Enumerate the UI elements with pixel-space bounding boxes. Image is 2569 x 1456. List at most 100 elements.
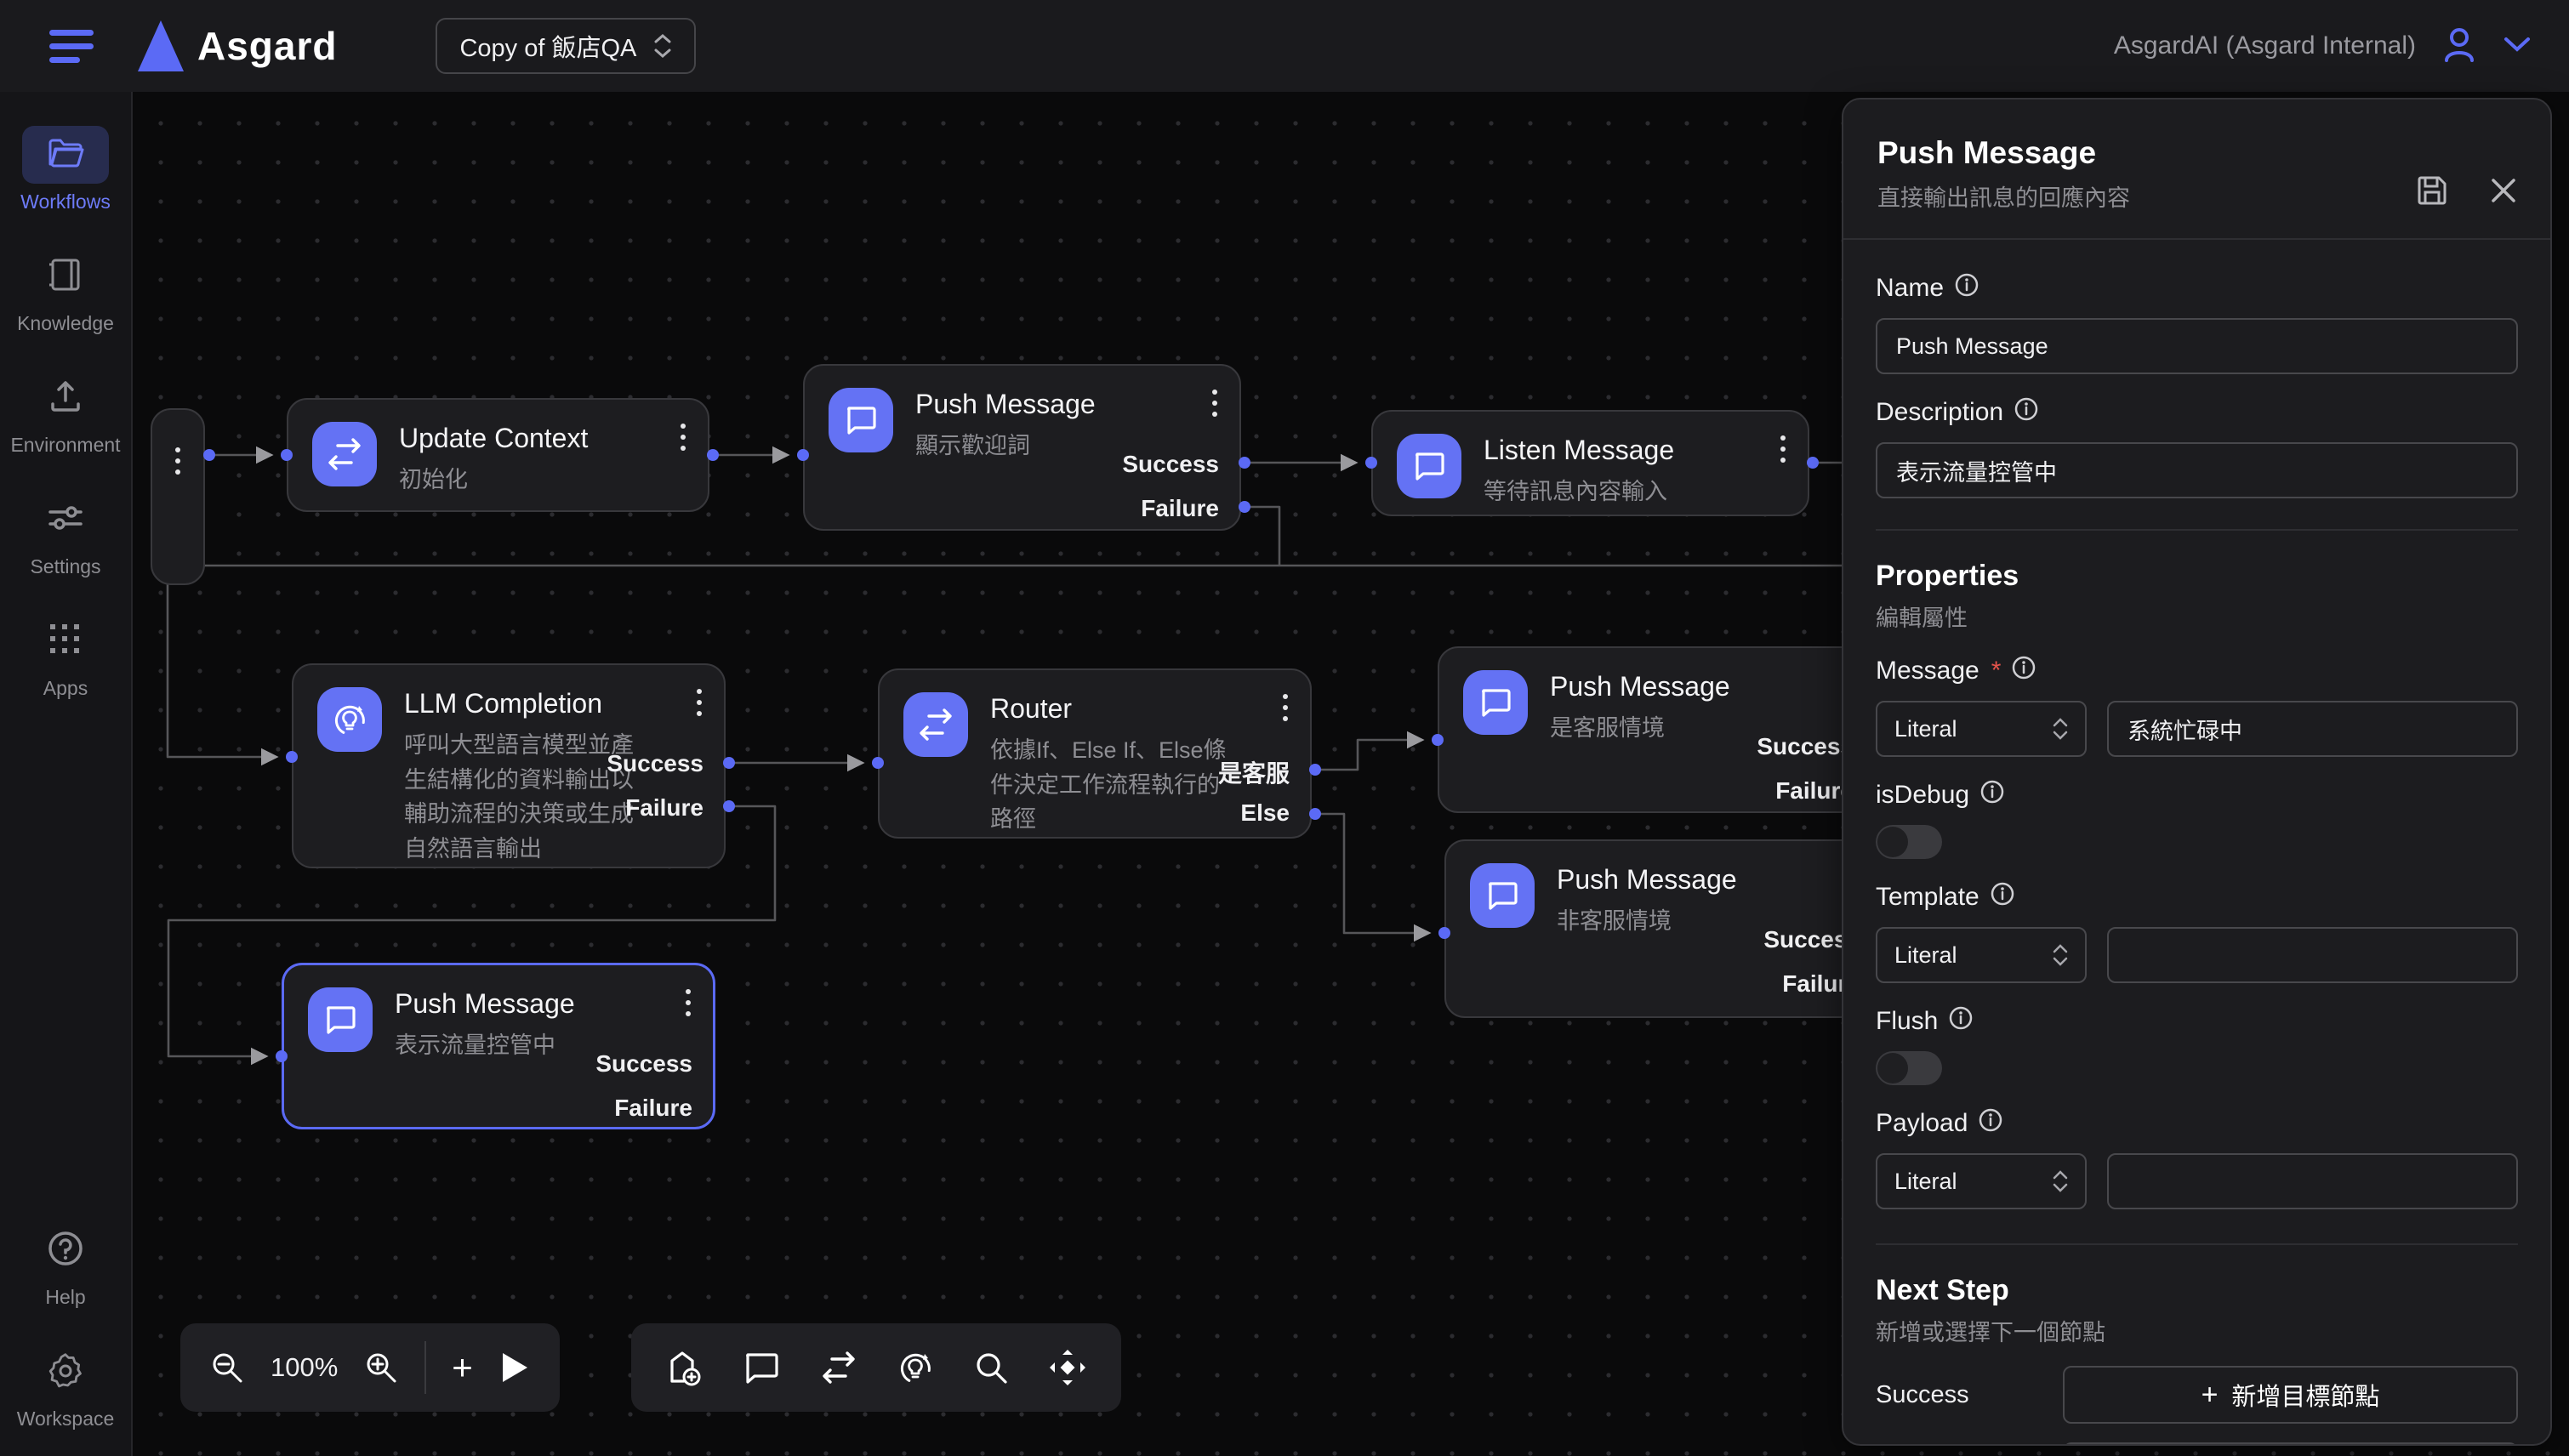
required-asterisk: * bbox=[1991, 657, 2002, 685]
sidebar-item-help[interactable]: Help bbox=[22, 1221, 109, 1309]
left-sidebar: Workflows Knowledge Environment Settings… bbox=[0, 92, 133, 1456]
zoom-toolbar: 100% + bbox=[180, 1323, 560, 1412]
node-title: Push Message bbox=[1550, 670, 1730, 702]
sidebar-item-settings[interactable]: Settings bbox=[22, 491, 109, 578]
payload-type-value: Literal bbox=[1894, 1169, 1957, 1195]
node-output-1[interactable]: Failure bbox=[614, 1095, 692, 1122]
description-input[interactable] bbox=[1876, 442, 2518, 498]
info-icon[interactable] bbox=[1990, 881, 2015, 913]
play-icon[interactable] bbox=[498, 1351, 531, 1385]
workflow-node-listen-message[interactable]: Listen Message 等待訊息內容輸入 bbox=[1371, 410, 1809, 516]
llm-icon[interactable] bbox=[897, 1349, 934, 1386]
properties-subtitle: 編輯屬性 bbox=[1876, 600, 2518, 633]
chevron-updown-icon bbox=[653, 33, 672, 59]
app-logo: Asgard bbox=[138, 20, 337, 71]
name-input[interactable] bbox=[1876, 318, 2518, 374]
info-icon[interactable] bbox=[2011, 655, 2036, 687]
menu-icon[interactable] bbox=[49, 30, 94, 63]
zoom-out-icon[interactable] bbox=[209, 1350, 245, 1385]
message-value-input[interactable] bbox=[2107, 701, 2518, 757]
workflow-node-router[interactable]: Router 依據If、Else If、Else條件決定工作流程執行的路徑 是客… bbox=[878, 668, 1312, 839]
info-icon[interactable] bbox=[1979, 779, 2005, 811]
add-target-node-button[interactable]: + 新增目標節點 bbox=[2063, 1366, 2518, 1424]
node-title: Push Message bbox=[395, 987, 575, 1020]
add-icon[interactable]: + bbox=[452, 1350, 473, 1385]
info-icon[interactable] bbox=[1954, 272, 1979, 304]
zoom-level: 100% bbox=[271, 1352, 338, 1383]
sliders-icon bbox=[47, 501, 84, 539]
help-circle-icon bbox=[47, 1230, 84, 1271]
kebab-menu-icon[interactable] bbox=[686, 989, 691, 1016]
kebab-menu-icon[interactable] bbox=[681, 424, 686, 451]
kebab-menu-icon[interactable] bbox=[1212, 390, 1217, 417]
chevron-updown-icon bbox=[2053, 1170, 2068, 1192]
name-label: Name bbox=[1876, 274, 1944, 303]
sidebar-item-apps[interactable]: Apps bbox=[22, 612, 109, 700]
info-icon[interactable] bbox=[1948, 1005, 1974, 1038]
info-icon[interactable] bbox=[2014, 396, 2039, 429]
node-tools-toolbar bbox=[631, 1323, 1121, 1412]
user-icon[interactable] bbox=[2440, 25, 2479, 68]
fit-view-icon[interactable] bbox=[1048, 1348, 1087, 1387]
message-icon[interactable] bbox=[742, 1350, 781, 1385]
divider bbox=[1876, 1243, 2518, 1245]
workflow-node-update-context[interactable]: Update Context 初始化 bbox=[287, 398, 709, 512]
search-icon[interactable] bbox=[973, 1350, 1009, 1385]
sidebar-item-workspace[interactable]: Workspace bbox=[17, 1343, 115, 1430]
template-value-input[interactable] bbox=[2107, 927, 2518, 983]
logo-text: Asgard bbox=[197, 23, 337, 69]
chevron-updown-icon bbox=[2053, 944, 2068, 966]
workflow-node-push-cs[interactable]: Push Message 是客服情境 SuccessFailure bbox=[1438, 646, 1876, 813]
workflow-node-push-welcome[interactable]: Push Message 顯示歡迎詞 SuccessFailure bbox=[803, 364, 1241, 531]
workflow-node-push-flow-control[interactable]: Push Message 表示流量控管中 SuccessFailure bbox=[282, 963, 715, 1129]
node-subtitle: 依據If、Else If、Else條件決定工作流程執行的路徑 bbox=[990, 733, 1237, 837]
top-header: Asgard Copy of 飯店QA AsgardAI (Asgard Int… bbox=[0, 0, 2569, 92]
add-target-node-button[interactable]: + 新增目標節點 bbox=[2063, 1442, 2518, 1446]
payload-label: Payload bbox=[1876, 1109, 1968, 1138]
node-subtitle: 初始化 bbox=[399, 463, 588, 498]
template-type-select[interactable]: Literal bbox=[1876, 927, 2087, 983]
node-subtitle: 等待訊息內容輸入 bbox=[1484, 475, 1674, 509]
sidebar-item-environment[interactable]: Environment bbox=[10, 369, 120, 457]
kebab-menu-icon[interactable] bbox=[1283, 694, 1288, 721]
chat-icon bbox=[829, 388, 893, 452]
node-title: Push Message bbox=[915, 388, 1096, 420]
add-target-node-label: 新增目標節點 bbox=[2231, 1377, 2379, 1413]
swap-icon bbox=[903, 692, 968, 757]
isdebug-toggle[interactable] bbox=[1876, 825, 1942, 859]
message-type-select[interactable]: Literal bbox=[1876, 701, 2087, 757]
workflow-node-start-stub[interactable] bbox=[151, 408, 205, 585]
sidebar-item-knowledge[interactable]: Knowledge bbox=[17, 247, 114, 335]
flush-label: Flush bbox=[1876, 1007, 1938, 1036]
kebab-menu-icon[interactable] bbox=[1780, 435, 1786, 463]
payload-type-select[interactable]: Literal bbox=[1876, 1153, 2087, 1209]
grid-icon bbox=[47, 621, 84, 663]
node-title: LLM Completion bbox=[404, 687, 651, 719]
workflow-node-llm-completion[interactable]: LLM Completion 呼叫大型語言模型並產生結構化的資料輸出以輔助流程的… bbox=[292, 663, 726, 868]
node-subtitle: 呼叫大型語言模型並產生結構化的資料輸出以輔助流程的決策或生成自然語言輸出 bbox=[404, 728, 651, 866]
template-label: Template bbox=[1876, 883, 1979, 912]
swap-icon[interactable] bbox=[820, 1351, 857, 1385]
kebab-menu-icon[interactable] bbox=[697, 689, 702, 716]
folder-icon bbox=[47, 136, 84, 174]
payload-value-input[interactable] bbox=[2107, 1153, 2518, 1209]
workflow-selector[interactable]: Copy of 飯店QA bbox=[436, 18, 696, 74]
sidebar-item-workflows[interactable]: Workflows bbox=[20, 126, 111, 213]
info-icon[interactable] bbox=[1978, 1107, 2003, 1140]
kebab-menu-icon[interactable] bbox=[175, 447, 180, 475]
zoom-in-icon[interactable] bbox=[363, 1350, 399, 1385]
node-subtitle: 表示流量控管中 bbox=[395, 1028, 575, 1063]
node-title: Listen Message bbox=[1484, 434, 1674, 466]
workflow-selector-label: Copy of 飯店QA bbox=[459, 28, 636, 64]
add-node-icon[interactable] bbox=[665, 1349, 703, 1386]
flush-toggle[interactable] bbox=[1876, 1051, 1942, 1085]
close-icon[interactable] bbox=[2489, 176, 2518, 209]
node-output-1[interactable]: Failure bbox=[1141, 495, 1219, 522]
node-subtitle: 顯示歡迎詞 bbox=[915, 429, 1096, 464]
sidebar-item-label: Settings bbox=[30, 555, 100, 578]
workflow-node-push-non-cs[interactable]: Push Message 非客服情境 SuccessFailure bbox=[1444, 839, 1883, 1018]
node-subtitle: 是客服情境 bbox=[1550, 711, 1730, 746]
save-icon[interactable] bbox=[2416, 174, 2448, 211]
chat-icon bbox=[1397, 434, 1461, 498]
chevron-down-icon[interactable] bbox=[2503, 35, 2532, 58]
